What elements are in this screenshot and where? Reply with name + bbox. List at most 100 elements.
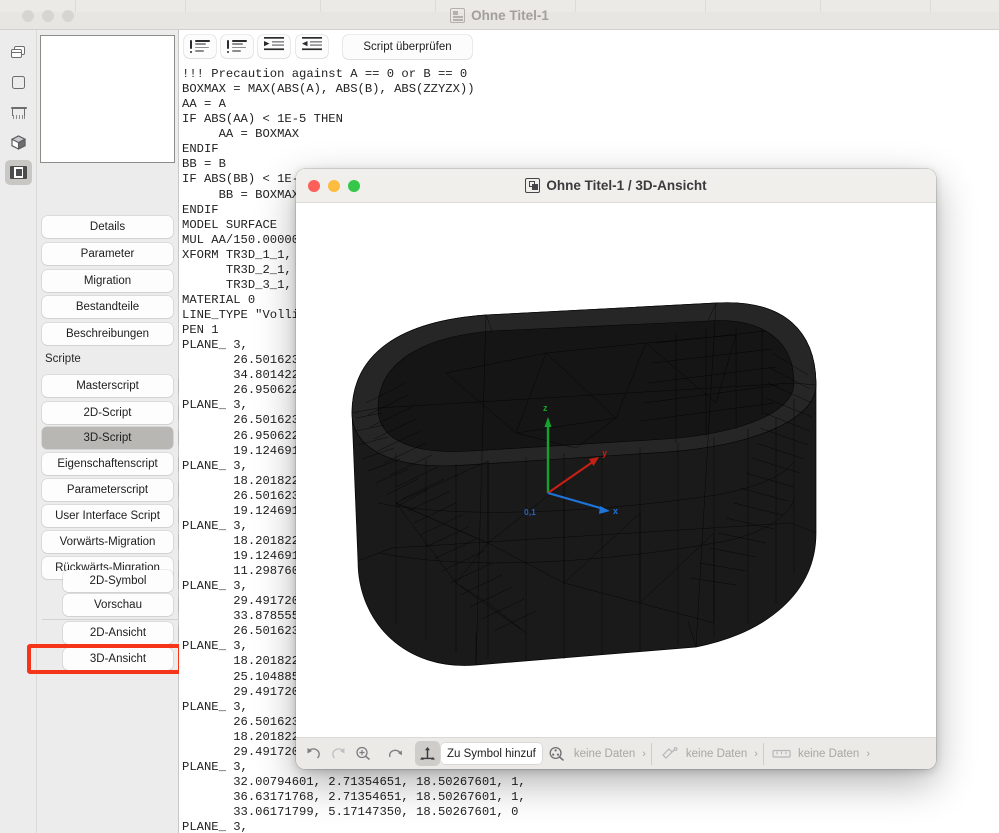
panel-button-bestandteile[interactable]: Bestandteile [42, 296, 173, 318]
rail-item-square[interactable] [5, 70, 32, 95]
script-label: 2D-Script [84, 407, 132, 419]
add-to-symbol-field[interactable]: Zu Symbol hinzuf [441, 743, 542, 764]
status-item-measure[interactable]: keine Daten › [574, 748, 646, 760]
add-to-symbol-label: Zu Symbol hinzuf [447, 748, 536, 760]
icon-rail [0, 30, 37, 833]
status-text: keine Daten [574, 748, 635, 760]
view3d-window: Ohne Titel-1 / 3D-Ansicht [296, 169, 936, 769]
toolbar-separator [651, 743, 652, 765]
ruler-icon [772, 746, 791, 761]
svg-text:y: y [602, 448, 607, 458]
script-button-masterscript[interactable]: Masterscript [42, 375, 173, 397]
panel-divider [42, 619, 201, 620]
toolbar-separator [763, 743, 764, 765]
script-button-parameterscript[interactable]: Parameterscript [42, 479, 173, 501]
anchor-button[interactable] [415, 741, 440, 766]
script-label: User Interface Script [55, 510, 160, 522]
view3d-titlebar[interactable]: Ohne Titel-1 / 3D-Ansicht [296, 169, 936, 203]
comment-lines-button[interactable] [184, 35, 216, 58]
script-label: Parameterscript [67, 484, 148, 496]
status-item-surface[interactable]: keine Daten › [686, 748, 758, 760]
panel-button-details[interactable]: Details [42, 216, 173, 238]
chevron-right-icon: › [754, 748, 758, 760]
view3d-canvas[interactable]: z y x 0,1 [296, 203, 936, 735]
measure-3d-icon [548, 746, 566, 762]
orbit-button[interactable] [383, 741, 408, 766]
window-titlebar: Ohne Titel-1 [0, 0, 999, 30]
panel-button-label: Bestandteile [76, 301, 139, 313]
preview-thumbnail[interactable] [40, 35, 175, 163]
panel-button-beschreibungen[interactable]: Beschreibungen [42, 323, 173, 345]
view-label: 2D-Ansicht [90, 627, 146, 639]
panel-button-label: Details [90, 221, 125, 233]
indent-increase-icon [264, 37, 284, 56]
view3d-title-text: Ohne Titel-1 / 3D-Ansicht [546, 178, 706, 193]
section-label-scripte: Scripte [45, 353, 81, 365]
panel-button-label: Migration [84, 275, 131, 287]
view-tools-group [301, 738, 440, 770]
rail-item-bench[interactable] [5, 100, 32, 125]
script-label: Vorschau [94, 599, 142, 611]
rail-item-stacked-windows[interactable] [5, 40, 32, 65]
script-button-2d-symbol[interactable]: 2D-Symbol [63, 570, 173, 592]
script-button-2d-script[interactable]: 2D-Script [42, 402, 173, 424]
panel-button-label: Parameter [81, 248, 135, 260]
undo-icon [305, 746, 322, 761]
indent-increase-button[interactable] [258, 35, 290, 58]
chevron-right-icon: › [866, 748, 870, 760]
script-button-eigenschaftenscript[interactable]: Eigenschaftenscript [42, 453, 173, 475]
window-title-text: Ohne Titel-1 [471, 8, 549, 23]
redo-icon [330, 746, 347, 761]
uncomment-lines-button[interactable] [221, 35, 253, 58]
orbit-icon [387, 746, 404, 761]
script-button-user-interface-script[interactable]: User Interface Script [42, 505, 173, 527]
measure-3d-button[interactable] [545, 741, 570, 766]
zoom-in-button[interactable] [351, 741, 376, 766]
status-text: keine Daten [798, 748, 859, 760]
rail-item-cube[interactable] [5, 130, 32, 155]
bench-icon [11, 106, 27, 119]
script-button-vorschau[interactable]: Vorschau [63, 594, 173, 616]
view-button-3d-ansicht[interactable]: 3D-Ansicht [63, 648, 173, 670]
document-icon [450, 8, 465, 23]
panel-button-parameter[interactable]: Parameter [42, 243, 173, 265]
status-text: keine Daten [686, 748, 747, 760]
surface-button[interactable] [657, 741, 682, 766]
check-script-label: Script überprüfen [363, 41, 451, 53]
panel-button-label: Beschreibungen [66, 328, 149, 340]
filmstrip-icon [10, 166, 27, 179]
chevron-right-icon: › [642, 748, 646, 760]
window-title: Ohne Titel-1 [0, 8, 999, 23]
rail-item-scripts[interactable] [5, 160, 32, 185]
undo-button[interactable] [301, 741, 326, 766]
status-item-ruler[interactable]: keine Daten › [798, 748, 870, 760]
script-label: Vorwärts-Migration [60, 536, 156, 548]
view-label: 3D-Ansicht [90, 653, 146, 665]
script-button-vorwaerts-migration[interactable]: Vorwärts-Migration [42, 531, 173, 553]
surface-icon [661, 746, 678, 761]
indent-decrease-button[interactable] [296, 35, 328, 58]
uncomment-lines-icon [227, 40, 247, 53]
svg-text:x: x [613, 506, 618, 516]
anchor-icon [419, 746, 436, 762]
view-button-2d-ansicht[interactable]: 2D-Ansicht [63, 622, 173, 644]
svg-text:z: z [543, 403, 548, 413]
redo-button[interactable] [326, 741, 351, 766]
check-script-button[interactable]: Script überprüfen [343, 35, 472, 59]
indent-decrease-icon [302, 37, 322, 56]
panel-button-migration[interactable]: Migration [42, 270, 173, 292]
stacked-windows-icon [11, 46, 26, 60]
script-label: 2D-Symbol [90, 575, 147, 587]
script-label: 3D-Script [84, 432, 132, 444]
view3d-bottom-toolbar: Zu Symbol hinzuf keine Daten › [296, 737, 936, 769]
script-label: Eigenschaftenscript [57, 458, 157, 470]
cube-icon [11, 135, 26, 150]
script-toolbar: Script überprüfen [179, 30, 999, 64]
application-window: Ohne Titel-1 [0, 0, 999, 833]
script-button-3d-script[interactable]: 3D-Script [42, 427, 173, 449]
zoom-in-icon [355, 746, 372, 761]
left-panel: Details Parameter Migration Bestandteile… [37, 30, 179, 833]
view3d-title: Ohne Titel-1 / 3D-Ansicht [296, 178, 936, 193]
ruler-button[interactable] [769, 741, 794, 766]
svg-text:0,1: 0,1 [524, 507, 536, 517]
